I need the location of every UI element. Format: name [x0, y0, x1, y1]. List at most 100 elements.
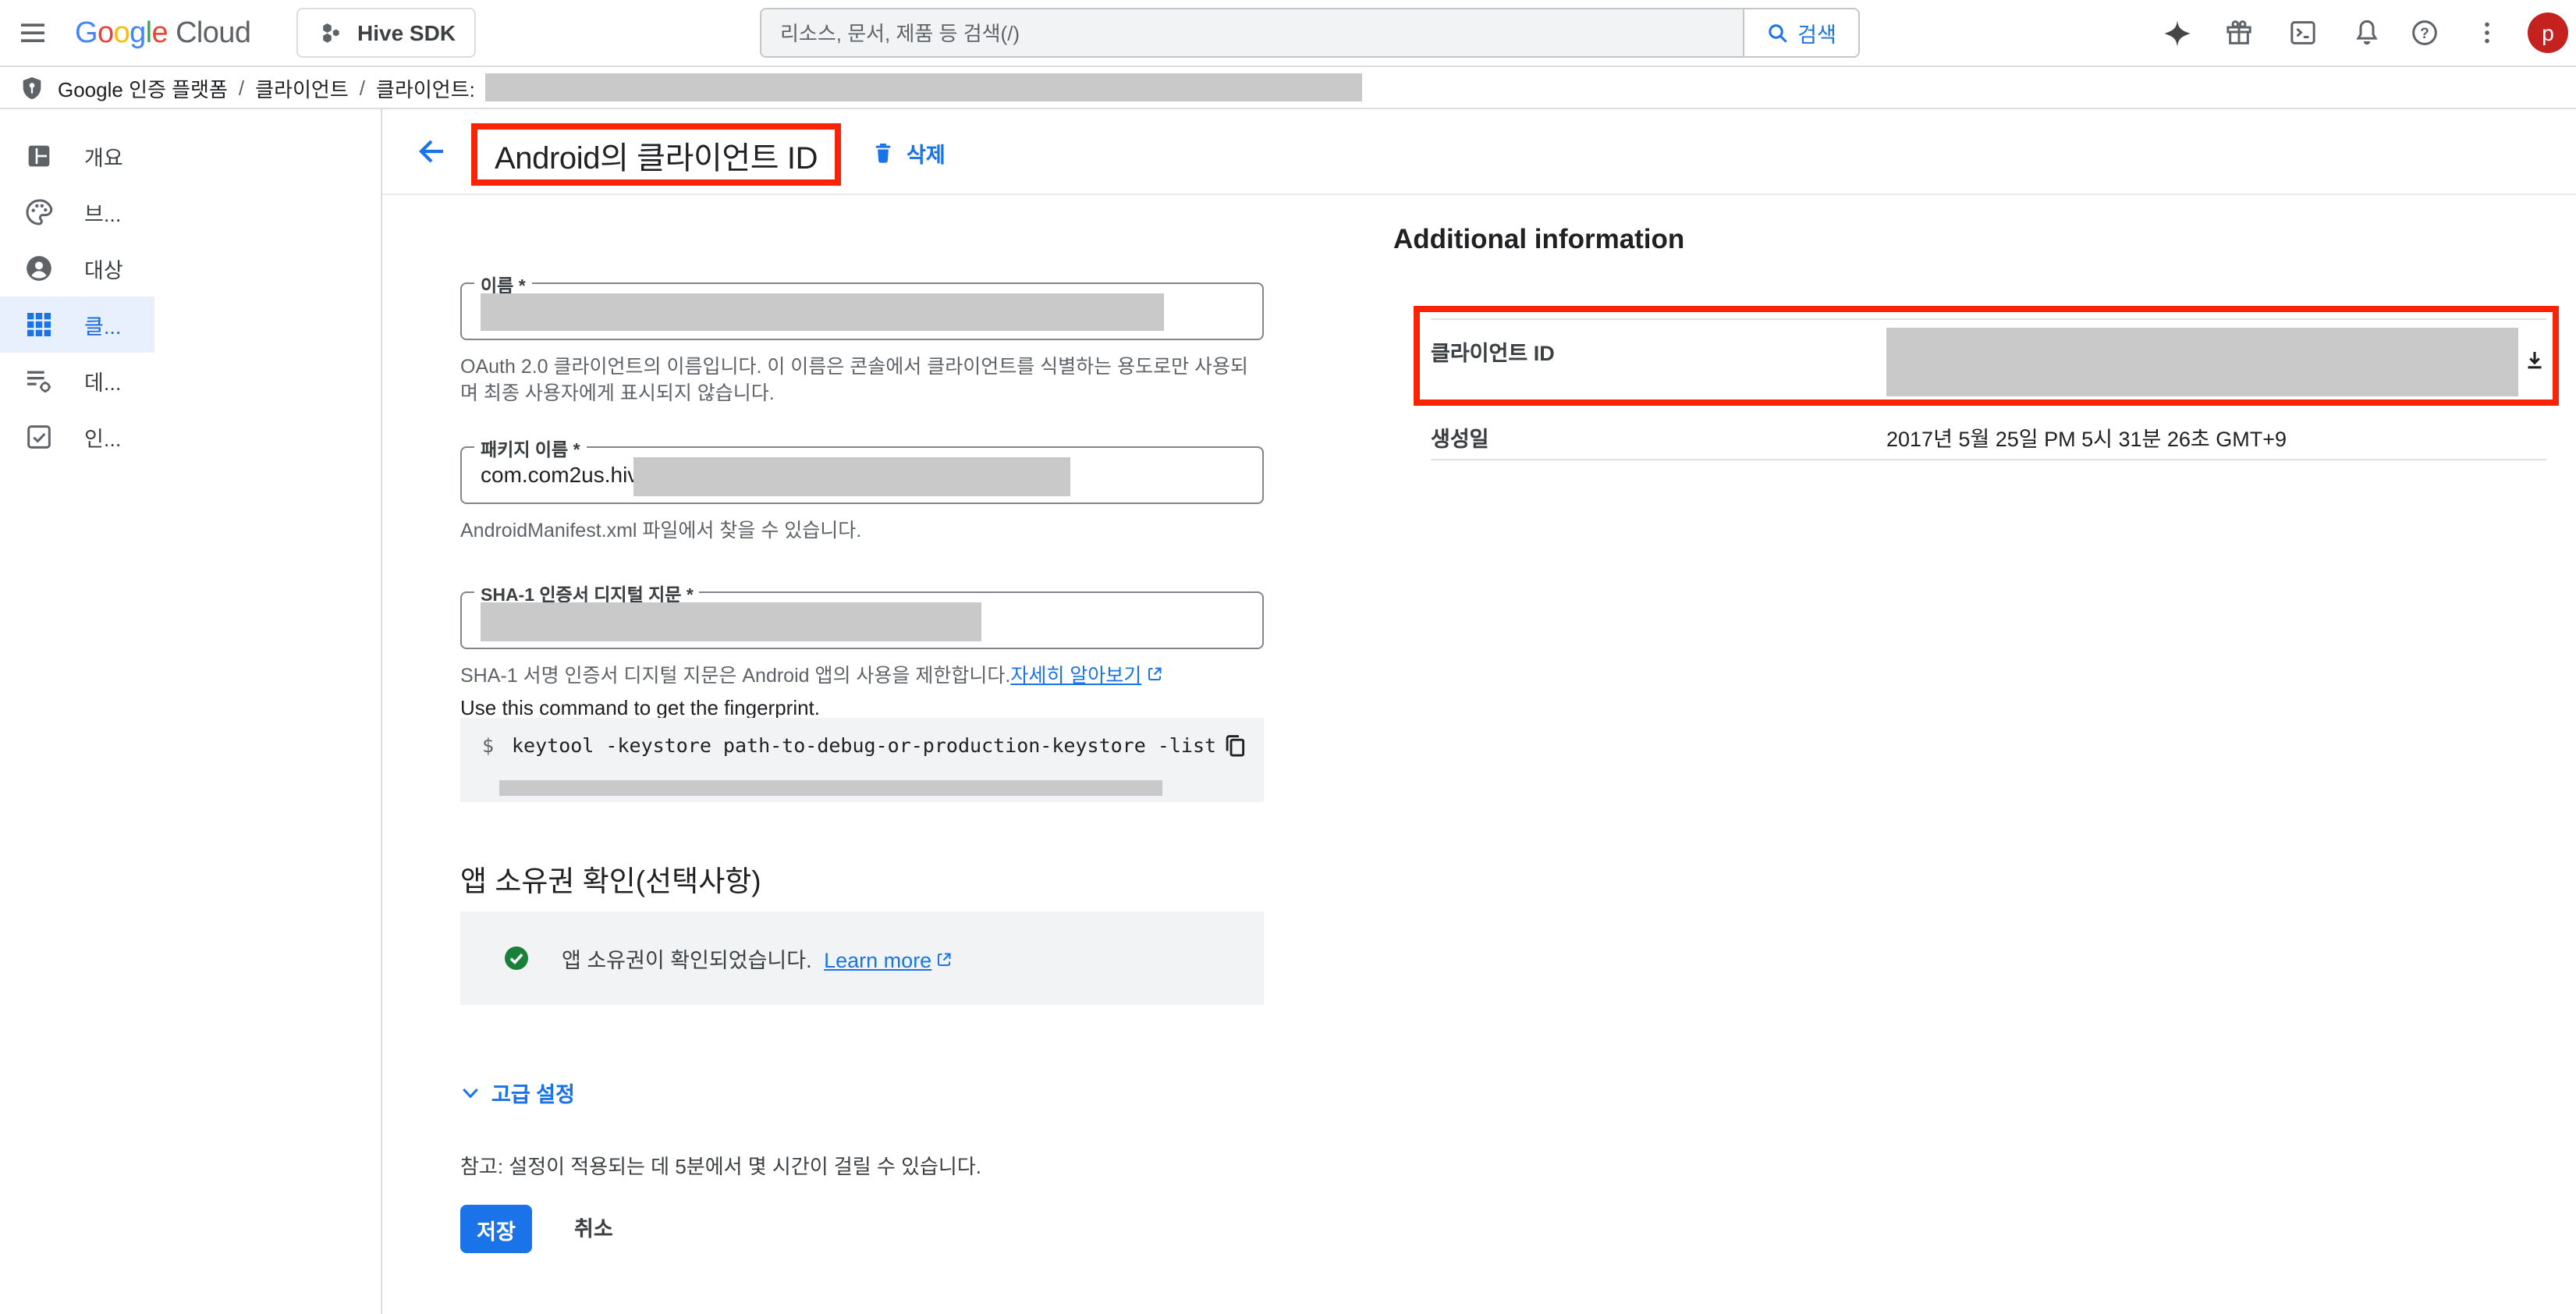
sidebar-item-label: 개요 — [84, 140, 123, 172]
package-name-redacted-suffix — [633, 457, 1070, 496]
back-button[interactable] — [412, 133, 449, 170]
name-field[interactable]: 이름 * — [460, 282, 1264, 340]
ownership-status-panel: 앱 소유권이 확인되었습니다. Learn more — [460, 911, 1264, 1005]
back-arrow-icon — [412, 133, 449, 170]
copy-icon[interactable] — [1222, 732, 1248, 760]
palette-icon — [23, 197, 55, 228]
checkbox-icon — [23, 421, 55, 453]
ownership-status-text: 앱 소유권이 확인되었습니다. Learn more — [562, 943, 953, 974]
ownership-heading: 앱 소유권 확인(선택사항) — [460, 860, 761, 900]
breadcrumb-separator: / — [360, 76, 365, 99]
cloud-shell-icon[interactable] — [2286, 16, 2320, 50]
page-title: Android의 클라이언트 ID — [495, 132, 818, 177]
chevron-down-icon — [459, 1081, 482, 1104]
sidebar-item-label: 클... — [84, 309, 121, 340]
breadcrumb-level2: 클라이언트: — [376, 73, 475, 102]
project-selector-button[interactable]: Hive SDK — [296, 8, 476, 58]
sidebar-item-label: 인... — [84, 421, 121, 453]
page: Google Cloud Hive SDK 검색 ? — [0, 0, 2576, 1314]
search-button-label: 검색 — [1797, 17, 1836, 48]
search-icon — [1766, 21, 1790, 44]
advanced-settings-toggle[interactable]: 고급 설정 — [459, 1077, 575, 1108]
logo-letter: o — [98, 16, 114, 51]
delete-button-label: 삭제 — [907, 137, 946, 169]
created-date-label: 생성일 — [1431, 421, 1489, 453]
gemini-sparkle-icon[interactable] — [2159, 16, 2194, 50]
toolbar-divider — [382, 194, 2576, 195]
client-id-redacted-value — [1886, 328, 2518, 396]
account-avatar[interactable]: p — [2528, 12, 2568, 53]
download-icon[interactable] — [2521, 348, 2548, 382]
save-button[interactable]: 저장 — [460, 1205, 532, 1253]
auth-platform-shield-icon — [19, 73, 45, 102]
overview-icon — [23, 140, 55, 172]
google-cloud-logo[interactable]: Google Cloud — [75, 0, 250, 67]
sidebar-item-data-access[interactable]: 데... — [0, 353, 154, 409]
verified-check-icon — [502, 944, 530, 972]
ownership-learn-more-link[interactable]: Learn more — [824, 949, 931, 972]
sha1-field[interactable]: SHA-1 인증서 디지털 지문 * — [460, 591, 1264, 649]
more-vert-icon[interactable] — [2470, 16, 2504, 50]
learn-more-link[interactable]: 자세히 알아보기 — [1010, 665, 1141, 687]
name-field-redacted-value — [481, 293, 1164, 331]
command-output-redacted — [499, 780, 1162, 796]
ownership-status-message: 앱 소유권이 확인되었습니다. — [562, 949, 812, 972]
search-button[interactable]: 검색 — [1743, 9, 1858, 56]
sha1-redacted-value — [481, 602, 981, 641]
sidebar-item-overview[interactable]: 개요 — [0, 128, 154, 184]
breadcrumb-level1[interactable]: 클라이언트 — [255, 73, 349, 102]
sha1-helper-text: SHA-1 서명 인증서 디지털 지문은 Android 앱의 사용을 제한합니… — [460, 665, 1010, 687]
sidebar-item-audience[interactable]: 대상 — [0, 240, 154, 297]
propagation-note: 참고: 설정이 적용되는 데 5분에서 몇 시간이 걸릴 수 있습니다. — [460, 1150, 981, 1180]
trash-icon — [871, 139, 896, 167]
keytool-command: keytool -keystore path-to-debug-or-produ… — [512, 733, 1216, 757]
fingerprint-hint: Use this command to get the fingerprint. — [460, 696, 820, 719]
table-divider — [1431, 459, 2546, 460]
name-field-helper: OAuth 2.0 클라이언트의 이름입니다. 이 이름은 콘솔에서 클라이언트… — [460, 354, 1264, 406]
cancel-button[interactable]: 취소 — [562, 1205, 626, 1253]
sidebar-item-label: 대상 — [84, 253, 123, 284]
sidebar-item-label: 브... — [84, 197, 121, 228]
sidebar-item-branding[interactable]: 브... — [0, 184, 154, 240]
offers-gift-icon[interactable] — [2222, 16, 2256, 50]
delete-button[interactable]: 삭제 — [871, 137, 946, 169]
breadcrumb-separator: / — [239, 76, 244, 99]
package-name-field[interactable]: 패키지 이름 * com.com2us.hivesdk — [460, 446, 1264, 504]
sha1-helper: SHA-1 서명 인증서 디지털 지문은 Android 앱의 사용을 제한합니… — [460, 663, 1264, 689]
external-link-icon — [935, 950, 953, 969]
hamburger-menu-icon[interactable] — [16, 16, 50, 50]
top-app-bar: Google Cloud Hive SDK 검색 ? — [0, 0, 2576, 67]
data-access-icon — [23, 365, 55, 396]
sidebar-item-clients[interactable]: 클... — [0, 297, 154, 353]
table-divider — [1431, 318, 2546, 320]
logo-letter: e — [152, 16, 169, 51]
created-date-value: 2017년 5월 25일 PM 5시 31분 26초 GMT+9 — [1886, 421, 2287, 453]
svg-text:?: ? — [2420, 26, 2429, 42]
sidebar-item-verification[interactable]: 인... — [0, 409, 154, 465]
breadcrumb-redacted-client-name — [486, 73, 1363, 101]
breadcrumb-root[interactable]: Google 인증 플랫폼 — [58, 73, 228, 102]
keytool-command-block: $ keytool -keystore path-to-debug-or-pro… — [460, 718, 1264, 802]
logo-letter: g — [130, 16, 146, 51]
additional-info-heading: Additional information — [1393, 223, 1684, 256]
avatar-initial: p — [2542, 20, 2554, 45]
client-id-label: 클라이언트 ID — [1431, 336, 1555, 367]
search-input[interactable] — [761, 9, 1743, 56]
project-name: Hive SDK — [357, 20, 456, 45]
package-name-helper: AndroidManifest.xml 파일에서 찾을 수 있습니다. — [460, 518, 1264, 544]
external-link-icon — [1144, 665, 1163, 684]
left-nav: 개요 브... 대상 클... 데... 인... — [0, 109, 382, 1314]
notifications-bell-icon[interactable] — [2350, 16, 2384, 50]
clients-grid-icon — [23, 309, 55, 340]
sidebar-item-label: 데... — [84, 365, 121, 396]
logo-letter: o — [114, 16, 130, 51]
breadcrumb: Google 인증 플랫폼 / 클라이언트 / 클라이언트: — [0, 67, 2576, 109]
logo-suffix: Cloud — [176, 16, 250, 51]
logo-letter: G — [75, 16, 98, 51]
search-bar: 검색 — [760, 8, 1860, 58]
project-hexagons-icon — [317, 19, 345, 47]
page-title-annotation-box: Android의 클라이언트 ID — [471, 123, 841, 186]
logo-letter: l — [146, 16, 152, 51]
help-icon[interactable]: ? — [2407, 16, 2442, 50]
advanced-settings-label: 고급 설정 — [491, 1077, 575, 1108]
